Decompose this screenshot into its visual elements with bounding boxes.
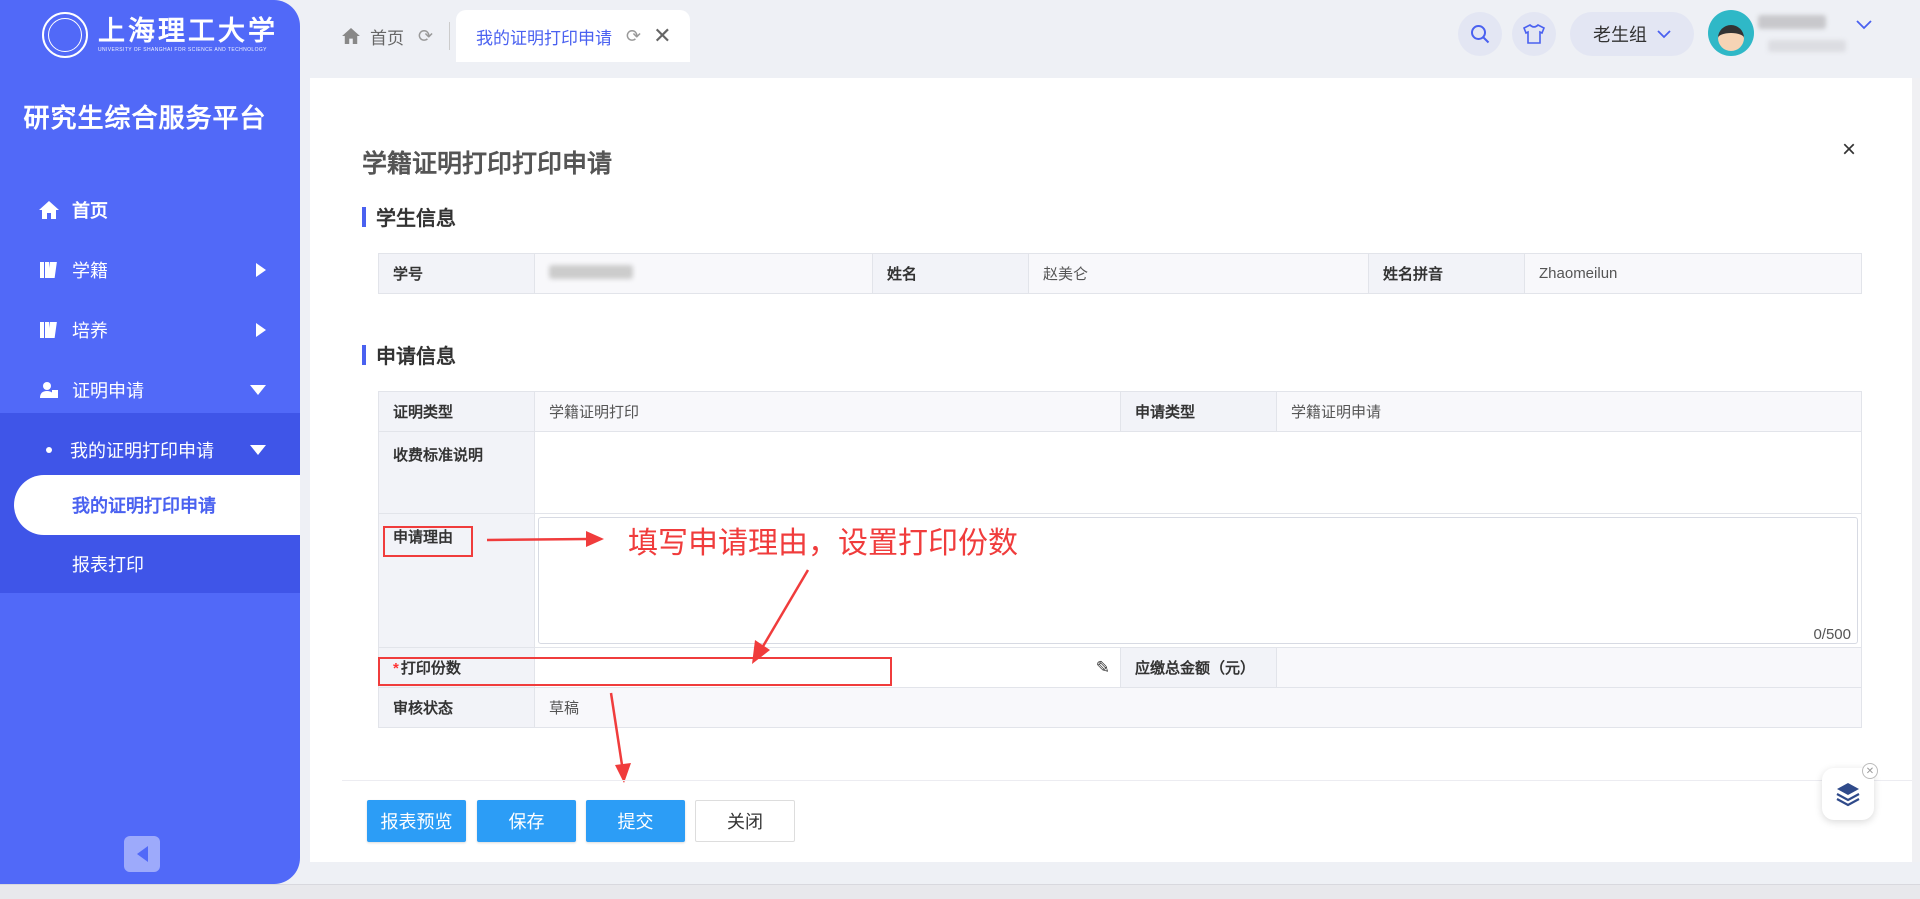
close-button[interactable]: 关闭 xyxy=(695,800,795,842)
save-button[interactable]: 保存 xyxy=(477,800,576,842)
layers-icon xyxy=(1836,783,1860,807)
footer-divider xyxy=(342,780,1915,781)
bottom-status-bar xyxy=(0,884,1920,899)
annotation-arrow-down-left xyxy=(752,569,810,664)
submit-button[interactable]: 提交 xyxy=(586,800,685,842)
annotation-arrow-down xyxy=(609,692,631,783)
report-preview-button[interactable]: 报表预览 xyxy=(367,800,466,842)
annotation-arrows xyxy=(486,531,810,783)
annotation-arrow-right xyxy=(486,531,604,547)
floating-close-icon[interactable]: ✕ xyxy=(1862,763,1878,779)
vertical-scrollbar[interactable] xyxy=(1912,78,1920,862)
